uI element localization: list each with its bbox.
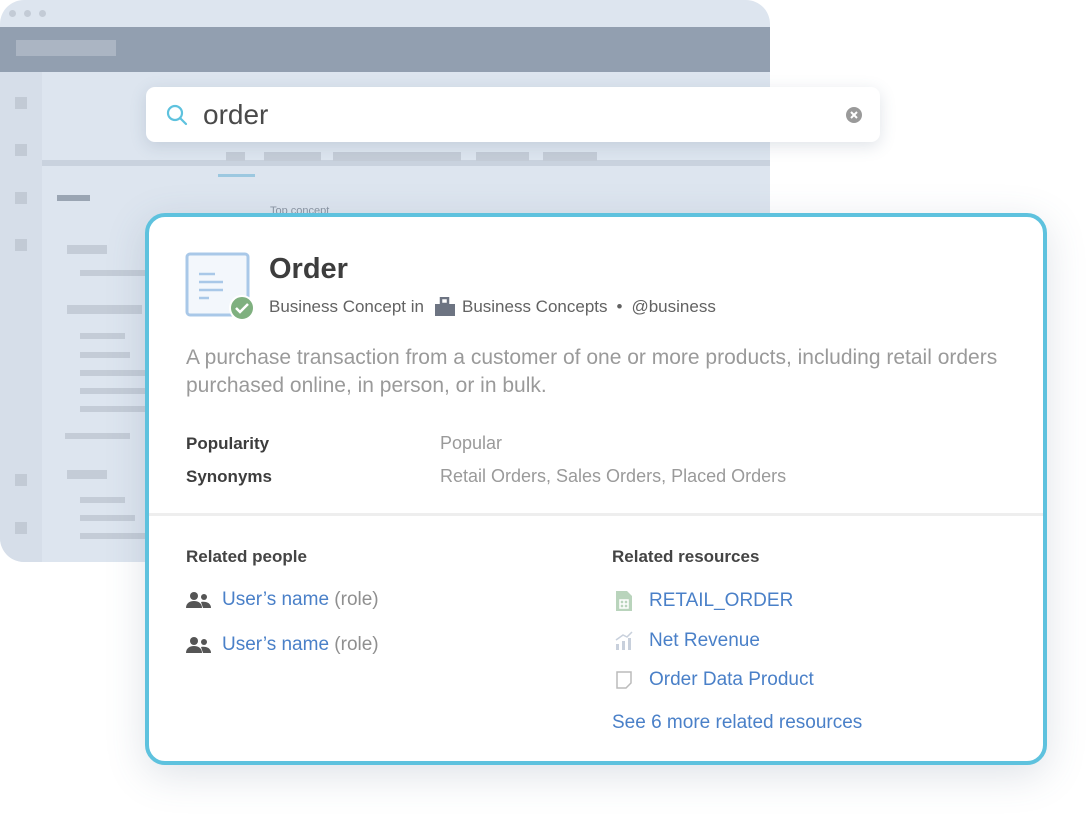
tab-placeholder [226,152,245,161]
list-placeholder [80,352,130,358]
collection-link[interactable]: Business Concepts [462,297,608,317]
separator: • [616,297,623,316]
note-icon [616,671,632,689]
related-resources-heading: Related resources [612,547,760,566]
folder-icon [434,297,455,316]
search-bar[interactable] [146,87,880,142]
sidebar-icon [15,144,27,156]
sidebar-icon [15,239,27,251]
concept-meta: Business Concept in Business Concepts • … [269,297,716,317]
list-placeholder [65,433,130,439]
person-name-link[interactable]: User’s name [222,589,329,610]
window-dot [39,10,46,17]
list-placeholder [80,406,145,412]
list-placeholder [80,370,145,376]
tab-placeholder [333,152,461,161]
window-dot [24,10,31,17]
resource-item[interactable]: RETAIL_ORDER [615,590,793,612]
sidebar-icon [15,97,27,109]
list-placeholder [80,388,145,394]
spreadsheet-icon [616,591,632,611]
concept-card: Order Business Concept in Business Conce… [145,213,1047,765]
sidebar-icon [15,522,27,534]
list-placeholder [80,270,150,276]
see-more-resources-link[interactable]: See 6 more related resources [612,712,862,734]
sidebar-icon [15,192,27,204]
business-concept-icon [185,252,255,321]
person-item[interactable]: User’s name (role) [186,634,379,656]
concept-type: Business Concept in [269,297,424,316]
list-placeholder [67,245,107,254]
title-bar [0,0,770,27]
window-dot [9,10,16,17]
chart-icon [615,631,633,650]
sidebar-icon [15,474,27,486]
owner-link[interactable]: @business [631,297,715,317]
search-icon [166,104,188,125]
people-icon [186,637,211,653]
app-header [0,27,770,72]
list-placeholder [67,305,142,314]
popularity-label: Popularity [186,434,270,453]
resource-item[interactable]: Net Revenue [615,630,760,652]
person-role: (role) [334,634,379,655]
tab-placeholder [543,152,597,161]
related-people-heading: Related people [186,547,307,566]
list-placeholder [80,515,135,521]
clear-icon[interactable] [845,106,863,124]
tab-placeholder [264,152,321,161]
synonyms-label: Synonyms [186,467,272,486]
resource-link[interactable]: Order Data Product [649,669,814,691]
person-item[interactable]: User’s name (role) [186,589,379,611]
list-placeholder [80,497,125,503]
logo-placeholder [16,40,116,56]
resource-item[interactable]: Order Data Product [615,669,814,691]
section-label [57,195,90,201]
list-placeholder [80,333,125,339]
list-placeholder [80,533,145,539]
active-tab-indicator [218,174,255,177]
people-icon [186,592,211,608]
divider [149,513,1043,516]
synonyms-value: Retail Orders, Sales Orders, Placed Orde… [440,466,787,486]
tab-placeholder [476,152,529,161]
search-input[interactable] [203,98,803,131]
list-placeholder [67,470,107,479]
concept-description: A purchase transaction from a customer o… [186,346,998,397]
person-role: (role) [334,589,379,610]
person-name-link[interactable]: User’s name [222,634,329,655]
sidebar [0,72,42,562]
concept-title: Order [269,253,348,285]
resource-link[interactable]: RETAIL_ORDER [649,590,793,612]
popularity-value: Popular [440,433,503,453]
resource-link[interactable]: Net Revenue [649,630,760,652]
